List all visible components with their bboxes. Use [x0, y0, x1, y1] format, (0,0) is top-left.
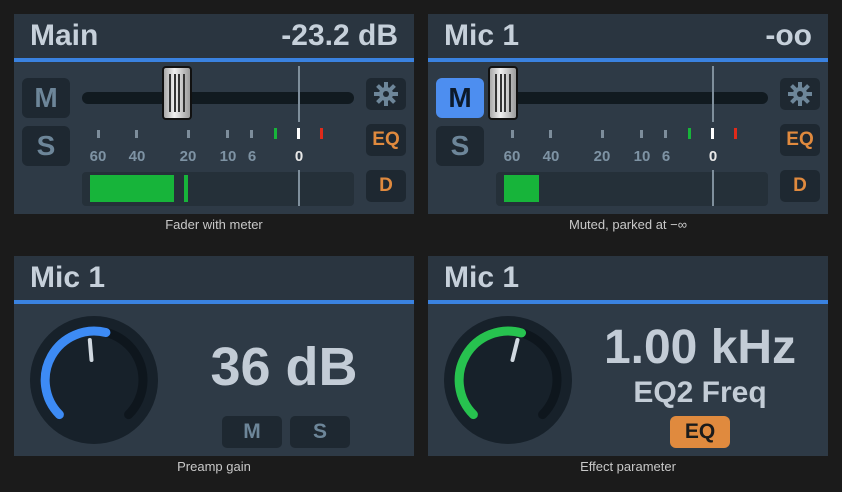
scale-label: 6 — [247, 148, 257, 165]
fader-panel-mic1: Mic 1 -oo M S 60 40 20 10 6 0 EQ D — [428, 14, 828, 214]
fader-value: -23.2 dB — [281, 19, 398, 52]
scale-label: 20 — [179, 148, 197, 165]
meter-fill — [504, 175, 539, 202]
scale-tick — [640, 130, 643, 138]
unity-marker — [712, 170, 714, 206]
eq-button[interactable]: EQ — [780, 124, 820, 156]
caption: Fader with meter — [165, 217, 263, 232]
gain-knob[interactable] — [28, 314, 160, 446]
scale-tick — [511, 130, 514, 138]
channel-name: Mic 1 — [30, 261, 106, 294]
scale-label: 20 — [593, 148, 611, 165]
scale-tick — [250, 130, 253, 138]
scale-label: 60 — [503, 148, 521, 165]
mute-button[interactable]: M — [222, 416, 282, 448]
channel-name: Main — [30, 19, 99, 52]
caption: Preamp gain — [177, 459, 251, 474]
unity-marker — [712, 66, 714, 122]
scale-label: 40 — [128, 148, 146, 165]
eq-badge[interactable]: EQ — [670, 416, 730, 448]
fader-knob[interactable] — [162, 66, 192, 120]
scale-label: 40 — [542, 148, 560, 165]
solo-button[interactable]: S — [290, 416, 350, 448]
fader-knob[interactable] — [488, 66, 518, 120]
scale-tick — [226, 130, 229, 138]
scale-tick-red — [734, 128, 737, 139]
scale-tick — [187, 130, 190, 138]
fader-track[interactable] — [82, 92, 354, 104]
dynamics-button[interactable]: D — [780, 170, 820, 202]
settings-button[interactable] — [366, 78, 406, 110]
parameter-value: 1.00 kHz — [603, 321, 797, 374]
solo-button[interactable]: S — [436, 126, 484, 166]
scale-tick-zero — [711, 128, 714, 139]
scale-tick — [549, 130, 552, 138]
settings-button[interactable] — [780, 78, 820, 110]
dynamics-button[interactable]: D — [366, 170, 406, 202]
scale-tick-green — [688, 128, 691, 139]
fader-body: M S 60 40 20 10 6 0 EQ D — [14, 66, 414, 214]
scale-label-zero: 0 — [708, 148, 718, 165]
scale-tick — [664, 130, 667, 138]
scale-label: 10 — [219, 148, 237, 165]
caption: Muted, parked at −∞ — [568, 217, 688, 232]
peak-hold — [184, 175, 188, 202]
gain-panel: Mic 1 36 dB M S — [14, 256, 414, 456]
scale-tick — [135, 130, 138, 138]
scale-tick — [601, 130, 604, 138]
solo-button[interactable]: S — [22, 126, 70, 166]
scale-tick — [97, 130, 100, 138]
parameter-knob[interactable] — [442, 314, 574, 446]
effect-panel: Mic 1 1.00 kHz EQ2 Freq EQ — [428, 256, 828, 456]
channel-name: Mic 1 — [444, 19, 520, 52]
eq-button[interactable]: EQ — [366, 124, 406, 156]
fader-body: M S 60 40 20 10 6 0 EQ D — [428, 66, 828, 214]
scale-tick-green — [274, 128, 277, 139]
channel-header: Mic 1 — [14, 256, 414, 304]
scale-tick-zero — [297, 128, 300, 139]
scale-label: 6 — [661, 148, 671, 165]
fader-panel-main: Main -23.2 dB M S 60 40 20 10 6 0 EQ D — [14, 14, 414, 214]
unity-marker — [298, 170, 300, 206]
gear-icon — [788, 82, 812, 106]
caption: Effect parameter — [580, 459, 676, 474]
fader-value: -oo — [765, 19, 812, 52]
mute-button[interactable]: M — [436, 78, 484, 118]
channel-header: Main -23.2 dB — [14, 14, 414, 62]
channel-header: Mic 1 -oo — [428, 14, 828, 62]
level-meter — [82, 172, 354, 206]
unity-marker — [298, 66, 300, 122]
meter-fill — [90, 175, 174, 202]
level-meter — [496, 172, 768, 206]
scale-label: 10 — [633, 148, 651, 165]
channel-name: Mic 1 — [444, 261, 520, 294]
scale-tick-red — [320, 128, 323, 139]
parameter-name: EQ2 Freq — [633, 376, 767, 409]
mute-button[interactable]: M — [22, 78, 70, 118]
channel-header: Mic 1 — [428, 256, 828, 304]
scale-label-zero: 0 — [294, 148, 304, 165]
gain-value: 36 dB — [210, 337, 358, 397]
fader-track[interactable] — [496, 92, 768, 104]
gear-icon — [374, 82, 398, 106]
scale-label: 60 — [89, 148, 107, 165]
